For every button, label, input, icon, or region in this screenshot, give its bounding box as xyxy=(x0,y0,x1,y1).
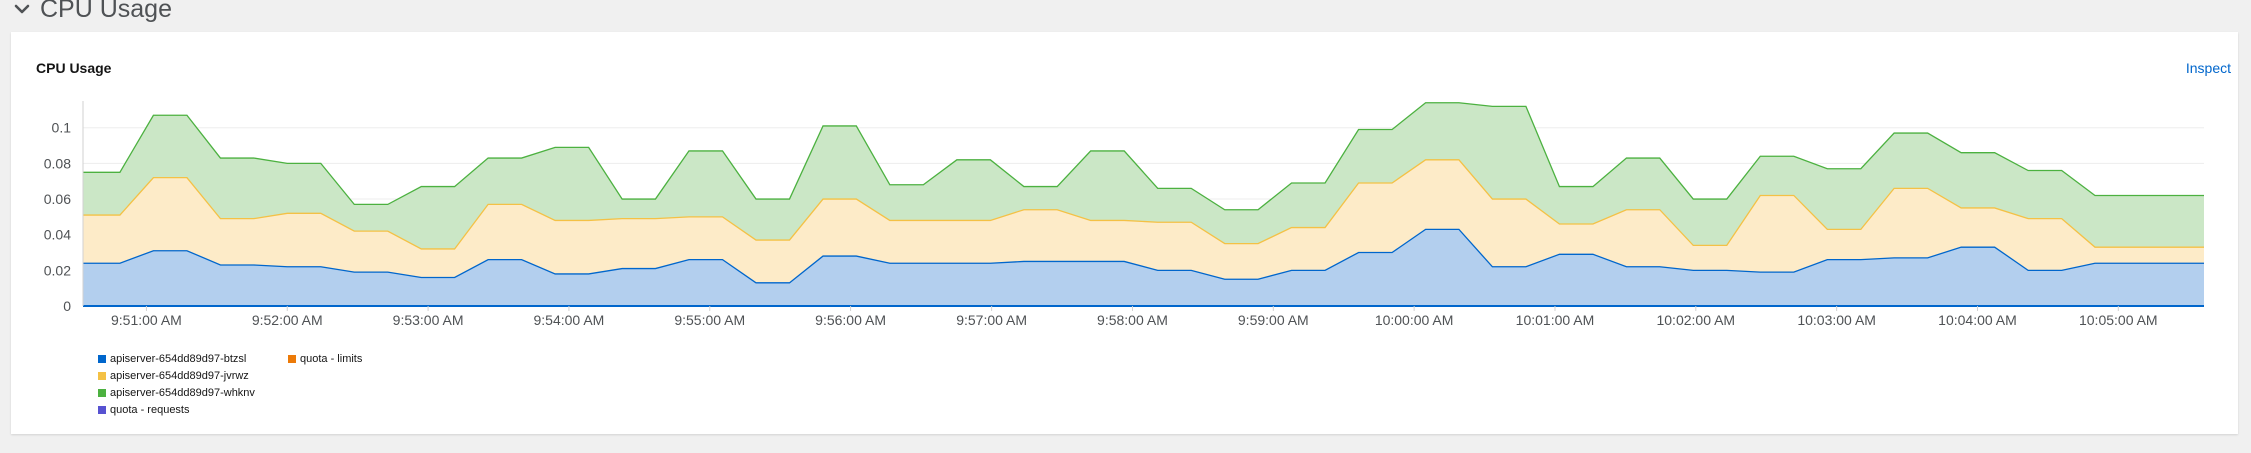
legend-item: apiserver-654dd89d97-jvrwz xyxy=(98,370,249,382)
x-tick-label: 10:04:00 AM xyxy=(1938,312,2017,328)
chevron-down-icon[interactable] xyxy=(14,1,30,17)
section-header[interactable]: CPU Usage xyxy=(14,0,172,26)
legend-label: apiserver-654dd89d97-btzsl xyxy=(110,353,247,365)
legend-swatch xyxy=(98,372,106,380)
x-tick-label: 9:57:00 AM xyxy=(956,312,1027,328)
y-tick-label: 0.02 xyxy=(44,262,71,278)
legend-swatch xyxy=(288,355,296,363)
legend-item: quota - limits xyxy=(288,353,362,365)
x-tick-label: 9:59:00 AM xyxy=(1238,312,1309,328)
legend-item: quota - requests xyxy=(98,404,190,416)
x-tick-label: 10:03:00 AM xyxy=(1797,312,1876,328)
x-tick-label: 10:02:00 AM xyxy=(1656,312,1735,328)
x-tick-label: 10:05:00 AM xyxy=(2079,312,2158,328)
x-tick-label: 9:55:00 AM xyxy=(674,312,745,328)
legend-label: apiserver-654dd89d97-whknv xyxy=(110,387,255,399)
y-tick-label: 0.04 xyxy=(44,227,71,243)
legend-label: quota - limits xyxy=(300,353,363,365)
section-title: CPU Usage xyxy=(40,0,172,23)
legend-swatch xyxy=(98,389,106,397)
chart-legend: apiserver-654dd89d97-btzsl quota - limits… xyxy=(98,353,518,419)
x-tick-label: 9:58:00 AM xyxy=(1097,312,1168,328)
x-tick-label: 9:53:00 AM xyxy=(393,312,464,328)
y-tick-label: 0.1 xyxy=(52,120,72,136)
x-tick-label: 10:00:00 AM xyxy=(1375,312,1454,328)
x-tick-label: 9:56:00 AM xyxy=(815,312,886,328)
legend-label: quota - requests xyxy=(110,404,190,416)
x-tick-label: 9:52:00 AM xyxy=(252,312,323,328)
legend-item: apiserver-654dd89d97-whknv xyxy=(98,387,255,399)
legend-swatch xyxy=(98,355,106,363)
legend-item: apiserver-654dd89d97-btzsl xyxy=(98,353,246,365)
legend-label: apiserver-654dd89d97-jvrwz xyxy=(110,370,249,382)
y-tick-label: 0 xyxy=(63,298,71,314)
legend-swatch xyxy=(98,406,106,414)
x-tick-label: 9:51:00 AM xyxy=(111,312,182,328)
y-tick-label: 0.06 xyxy=(44,191,71,207)
chart-card: CPU Usage Inspect 0 0.02 0.04 0.06 0.08 0.1 9:… xyxy=(11,32,2238,434)
y-tick-label: 0.08 xyxy=(44,155,71,171)
x-tick-label: 10:01:00 AM xyxy=(1516,312,1595,328)
x-tick-label: 9:54:00 AM xyxy=(534,312,605,328)
